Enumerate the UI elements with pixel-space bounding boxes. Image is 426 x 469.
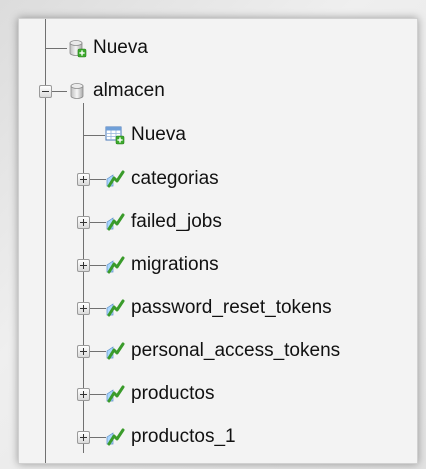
new-database-icon: [67, 38, 87, 58]
table-icon: [105, 169, 125, 189]
new-table-icon: [105, 125, 125, 145]
tree-item-table[interactable]: password_reset_tokens: [105, 293, 332, 323]
tree-item-label: productos: [131, 383, 215, 404]
navigation-panel: Nueva almacen Nueva categorias failed_jo…: [18, 18, 418, 464]
tree-item-label: migrations: [131, 254, 219, 275]
tree-item-table[interactable]: failed_jobs: [105, 207, 222, 237]
tree-item-label: productos_1: [131, 426, 236, 447]
collapse-toggle[interactable]: [39, 85, 52, 98]
tree-connector: [90, 222, 106, 223]
tree-item-label: personal_access_tokens: [131, 340, 341, 361]
expand-toggle[interactable]: [77, 259, 90, 272]
tree-connector: [90, 265, 106, 266]
tree-item-table[interactable]: categorias: [105, 164, 219, 194]
expand-toggle[interactable]: [77, 173, 90, 186]
table-icon: [105, 384, 125, 404]
expand-toggle[interactable]: [77, 302, 90, 315]
expand-toggle[interactable]: [77, 345, 90, 358]
tree-connector: [90, 437, 106, 438]
expand-toggle[interactable]: [77, 216, 90, 229]
expand-toggle[interactable]: [77, 431, 90, 444]
tree-item-label: failed_jobs: [131, 211, 222, 232]
table-icon: [105, 298, 125, 318]
tree-item-label: almacen: [93, 80, 165, 101]
tree-item-table[interactable]: productos_1: [105, 422, 236, 452]
database-icon: [67, 81, 87, 101]
tree-item-table[interactable]: migrations: [105, 250, 219, 280]
expand-toggle[interactable]: [77, 388, 90, 401]
screenshot-frame: Nueva almacen Nueva categorias failed_jo…: [0, 0, 426, 469]
tree-connector: [90, 308, 106, 309]
tree-item-label: password_reset_tokens: [131, 297, 332, 318]
tree-item-label: Nueva: [93, 37, 148, 58]
tree-connector: [90, 394, 106, 395]
tree-connector: [90, 179, 106, 180]
tree-connector: [90, 351, 106, 352]
tree-item-label: categorias: [131, 168, 219, 189]
table-icon: [105, 427, 125, 447]
tree-connector: [51, 91, 67, 92]
tree-connector: [83, 135, 105, 136]
table-icon: [105, 255, 125, 275]
database-tree: Nueva almacen Nueva categorias failed_jo…: [19, 19, 417, 463]
table-icon: [105, 341, 125, 361]
tree-item-label: Nueva: [131, 124, 186, 145]
tree-item-new-table[interactable]: Nueva: [105, 120, 186, 150]
tree-item-database-almacen[interactable]: almacen: [67, 76, 165, 106]
tree-item-table[interactable]: productos: [105, 379, 214, 409]
table-icon: [105, 212, 125, 232]
tree-item-table[interactable]: personal_access_tokens: [105, 336, 340, 366]
tree-item-new-database[interactable]: Nueva: [67, 33, 148, 63]
tree-connector: [45, 48, 67, 49]
